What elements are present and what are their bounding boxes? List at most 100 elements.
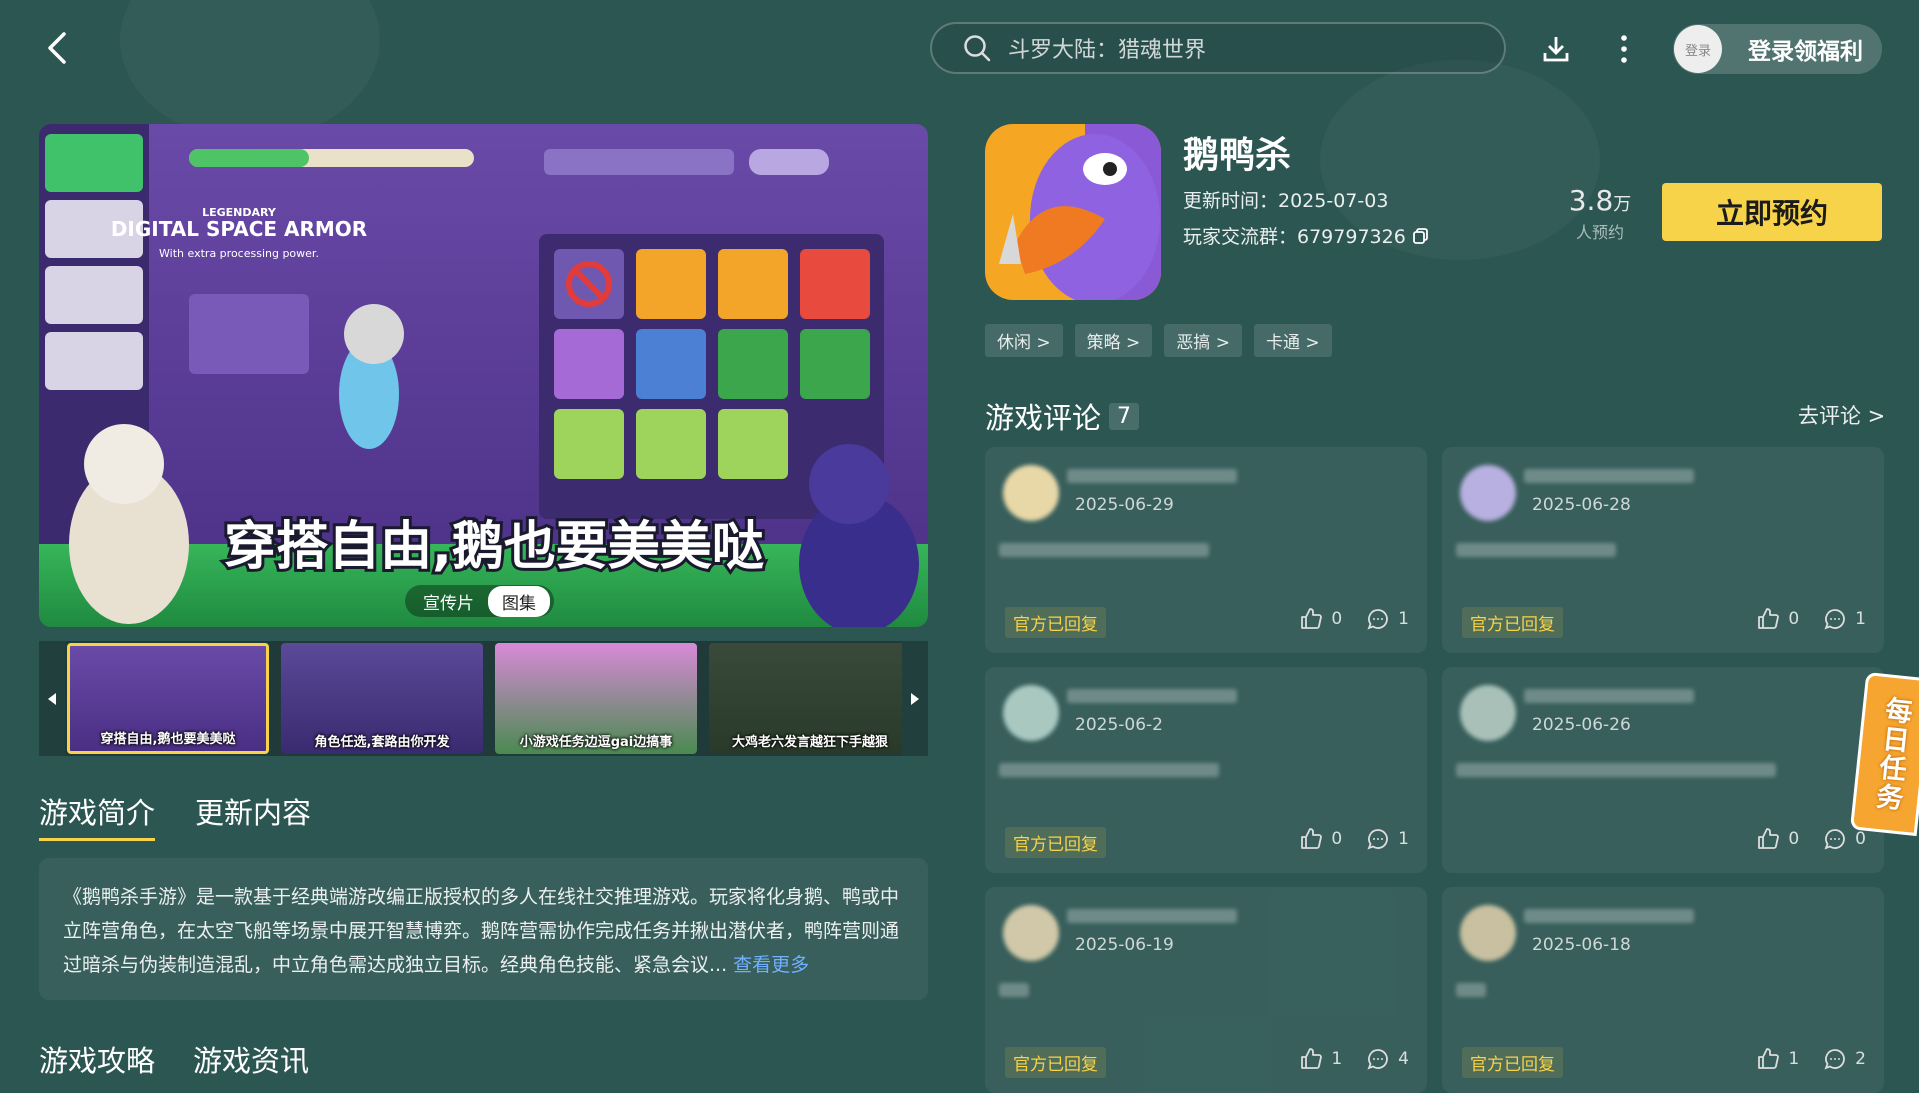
reply-icon[interactable]	[1366, 827, 1390, 851]
see-more-link[interactable]: 查看更多	[733, 954, 809, 976]
like-icon[interactable]	[1756, 607, 1780, 631]
comment-avatar	[1460, 465, 1516, 521]
app-icon	[985, 124, 1161, 300]
thumbnail-2[interactable]: 角色任选,套路由你开发	[281, 643, 483, 754]
app-name: 鹅鸭杀	[1183, 135, 1292, 176]
comment-card[interactable]: 2025-06-18 官方已回复 1 2	[1442, 887, 1884, 1093]
reservation-label: 人预约	[1575, 223, 1624, 242]
comment-date: 2025-06-29	[1075, 495, 1174, 515]
reply-count: 1	[1855, 609, 1866, 629]
comment-avatar	[1460, 685, 1516, 741]
thumbnail-3[interactable]: 小游戏任务边逗gai边搞事	[495, 643, 697, 754]
thumbnail-4[interactable]: 大鸡老六发言越狂下手越狠	[709, 643, 911, 754]
game-intro: 《鹅鸭杀手游》是一款基于经典端游改编正版授权的多人在线社交推理游戏。玩家将化身鹅…	[39, 858, 928, 1000]
like-count: 1	[1331, 1049, 1343, 1069]
tag-list: 休闲 > 策略 > 恶搞 > 卡通 >	[985, 324, 1332, 357]
like-icon[interactable]	[1299, 827, 1323, 851]
update-time: 更新时间：2025-07-03	[1183, 190, 1389, 212]
reply-count: 1	[1398, 609, 1409, 629]
comment-username-blurred	[1524, 469, 1694, 483]
search-input[interactable]: 斗罗大陆：猎魂世界	[930, 22, 1506, 74]
reply-icon[interactable]	[1823, 827, 1847, 851]
official-reply-badge: 官方已回复	[1462, 607, 1563, 638]
like-icon[interactable]	[1299, 1047, 1323, 1071]
login-button[interactable]: 登录 登录领福利	[1673, 24, 1882, 74]
like-count: 0	[1788, 609, 1800, 629]
comment-username-blurred	[1524, 909, 1694, 923]
like-icon[interactable]	[1756, 1047, 1780, 1071]
thumbnail-strip: 穿搭自由,鹅也要美美哒 角色任选,套路由你开发 小游戏任务边逗gai边搞事 大鸡…	[39, 641, 928, 756]
like-icon[interactable]	[1299, 607, 1323, 631]
like-count: 0	[1788, 829, 1800, 849]
thumbnail-prev-button[interactable]	[39, 641, 65, 756]
comment-card[interactable]: 2025-06-28 官方已回复 0 1	[1442, 447, 1884, 653]
thumbnail-caption: 穿搭自由,鹅也要美美哒	[100, 732, 236, 747]
search-icon	[964, 35, 991, 62]
comment-username-blurred	[1524, 689, 1694, 703]
back-arrow-icon[interactable]	[40, 28, 76, 68]
tab-intro[interactable]: 游戏简介	[39, 790, 156, 841]
comment-card[interactable]: 2025-06-19 官方已回复 1 4	[985, 887, 1427, 1093]
daily-task-label: 每日任务	[1870, 694, 1913, 814]
comment-avatar	[1460, 905, 1516, 961]
reply-icon[interactable]	[1366, 607, 1390, 631]
comment-text-blurred	[1456, 983, 1486, 997]
comment-actions: 0 0	[1756, 827, 1866, 851]
reply-icon[interactable]	[1823, 1047, 1847, 1071]
reply-count: 0	[1855, 829, 1866, 849]
like-count: 0	[1331, 609, 1343, 629]
banner-en-sub: With extra processing power.	[159, 247, 319, 260]
comment-card[interactable]: 2025-06-26 0 0	[1442, 667, 1884, 873]
comment-date: 2025-06-2	[1075, 715, 1163, 735]
segment-video[interactable]: 宣传片	[409, 586, 488, 617]
player-group-text: 玩家交流群：679797326	[1183, 226, 1406, 248]
tab-updates[interactable]: 更新内容	[195, 790, 311, 841]
official-reply-badge: 官方已回复	[1462, 1047, 1563, 1078]
copy-icon[interactable]	[1412, 227, 1430, 245]
official-reply-badge: 官方已回复	[1005, 607, 1106, 638]
reply-icon[interactable]	[1823, 607, 1847, 631]
banner-slogan: 穿搭自由,鹅也要美美哒	[224, 517, 764, 577]
reservation-unit: 万	[1613, 194, 1632, 215]
media-segment-switch: 宣传片 图集	[405, 585, 554, 617]
tag-strategy[interactable]: 策略 >	[1074, 324, 1153, 357]
detail-tabs: 游戏简介 更新内容	[39, 790, 311, 841]
comment-date: 2025-06-28	[1532, 495, 1631, 515]
tag-cartoon[interactable]: 卡通 >	[1253, 324, 1332, 357]
thumbnail-1[interactable]: 穿搭自由,鹅也要美美哒	[67, 643, 269, 754]
triangle-right-icon	[911, 692, 919, 705]
comment-card[interactable]: 2025-06-29 官方已回复 0 1	[985, 447, 1427, 653]
comment-text-blurred	[999, 983, 1029, 997]
official-reply-badge: 官方已回复	[1005, 827, 1106, 858]
comment-date: 2025-06-18	[1532, 935, 1631, 955]
reply-count: 1	[1398, 829, 1409, 849]
thumbnail-next-button[interactable]	[902, 641, 928, 756]
comment-avatar	[1003, 685, 1059, 741]
triangle-left-icon	[48, 692, 56, 705]
comment-card[interactable]: 2025-06-2 官方已回复 0 1	[985, 667, 1427, 873]
like-count: 1	[1788, 1049, 1800, 1069]
like-icon[interactable]	[1756, 827, 1780, 851]
reserve-button[interactable]: 立即预约	[1662, 183, 1882, 241]
comment-avatar	[1003, 905, 1059, 961]
thumbnail-caption: 角色任选,套路由你开发	[314, 735, 450, 750]
comment-date: 2025-06-26	[1532, 715, 1631, 735]
media-banner[interactable]: LEGENDARY DIGITAL SPACE ARMOR With extra…	[39, 124, 928, 627]
avatar: 登录	[1674, 25, 1722, 73]
search-placeholder: 斗罗大陆：猎魂世界	[1008, 38, 1207, 63]
comment-avatar	[1003, 465, 1059, 521]
tag-funny[interactable]: 恶搞 >	[1164, 324, 1242, 357]
tag-casual[interactable]: 休闲 >	[985, 324, 1063, 357]
reply-count: 4	[1398, 1049, 1409, 1069]
reservation-count: 3.8	[1568, 184, 1614, 217]
comment-actions: 0 1	[1299, 607, 1409, 631]
segment-gallery[interactable]: 图集	[488, 585, 550, 617]
more-options-icon[interactable]	[1614, 33, 1634, 65]
comments-title: 游戏评论	[985, 401, 1102, 435]
go-comment-link[interactable]: 去评论 >	[1798, 400, 1885, 430]
app-icon-image	[985, 124, 1161, 300]
banner-en-title: DIGITAL SPACE ARMOR	[111, 217, 367, 241]
download-icon[interactable]	[1540, 33, 1572, 65]
reply-icon[interactable]	[1366, 1047, 1390, 1071]
reply-count: 2	[1855, 1049, 1866, 1069]
